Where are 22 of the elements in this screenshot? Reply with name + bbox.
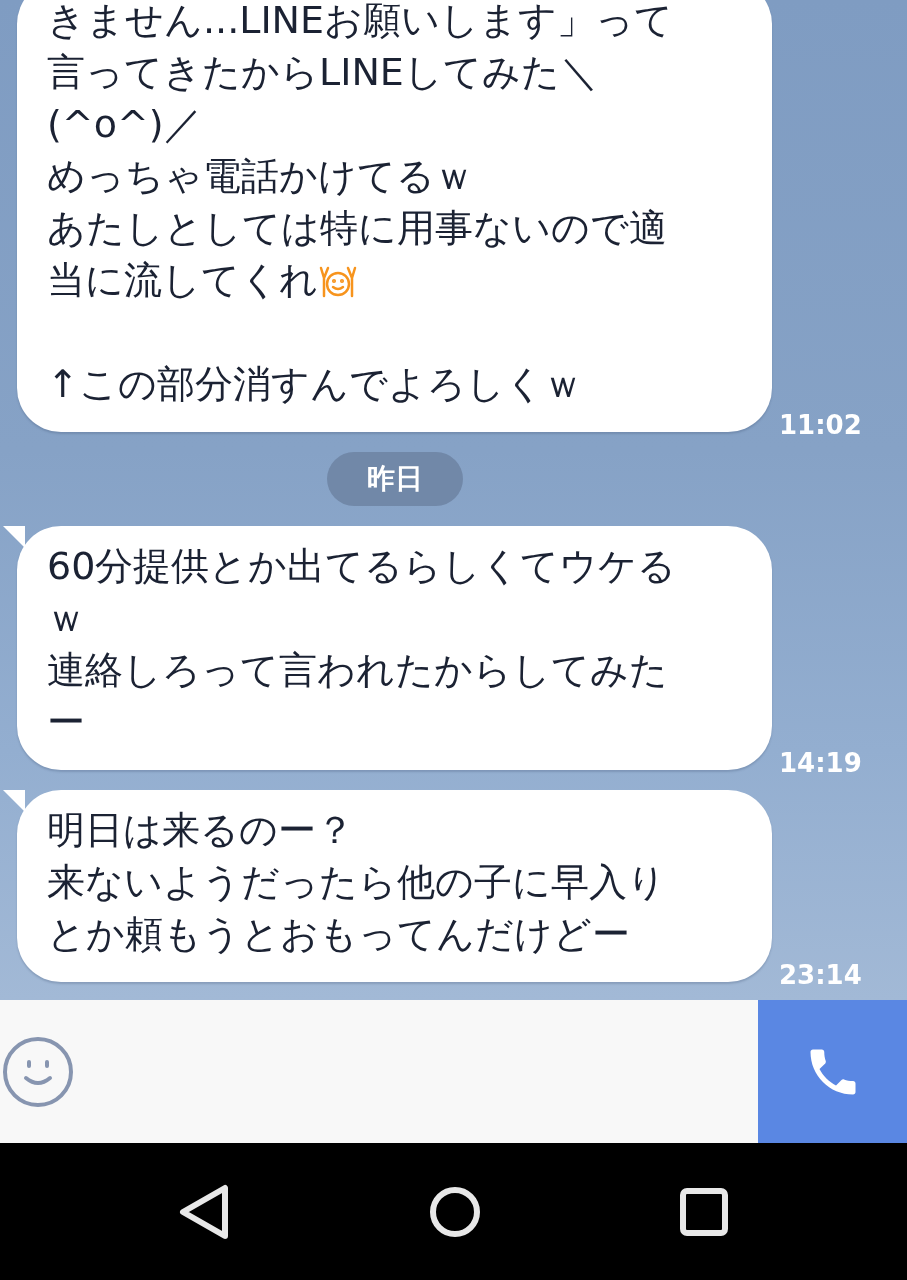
message-text: ｗ bbox=[47, 595, 85, 642]
message-text: 言ってきたからLINEしてみた＼ bbox=[47, 49, 598, 96]
message-time: 14:19 bbox=[779, 748, 862, 778]
message-text: (^o^)／ bbox=[47, 101, 202, 148]
message-time: 23:14 bbox=[779, 960, 862, 990]
message-text: あたしとしては特に用事ないので適 bbox=[47, 205, 667, 252]
message-text: ー bbox=[47, 699, 85, 746]
message-text: 来ないようだったら他の子に早入り bbox=[47, 859, 666, 906]
home-button[interactable] bbox=[429, 1185, 482, 1238]
message-text: めっちゃ電話かけてるｗ bbox=[47, 153, 473, 200]
date-label: 昨日 bbox=[326, 452, 463, 506]
message-text: ↑この部分消すんでよろしくｗ bbox=[47, 361, 582, 408]
message-text: とか頼もうとおもってんだけどー bbox=[47, 911, 630, 958]
message-text: きません...LINEお願いします」って bbox=[47, 0, 674, 44]
message-time: 11:02 bbox=[779, 410, 862, 440]
recents-button[interactable] bbox=[679, 1187, 728, 1236]
call-button[interactable] bbox=[758, 1000, 907, 1143]
message-text: 当に流してくれ bbox=[47, 257, 318, 304]
emoji-icon[interactable] bbox=[2, 1035, 74, 1108]
message-text: 明日は来るのー？ bbox=[47, 807, 354, 854]
message-text: 60分提供とか出てるらしくてウケる bbox=[47, 543, 677, 590]
message-text: 連絡しろって言われたからしてみた bbox=[47, 647, 668, 694]
